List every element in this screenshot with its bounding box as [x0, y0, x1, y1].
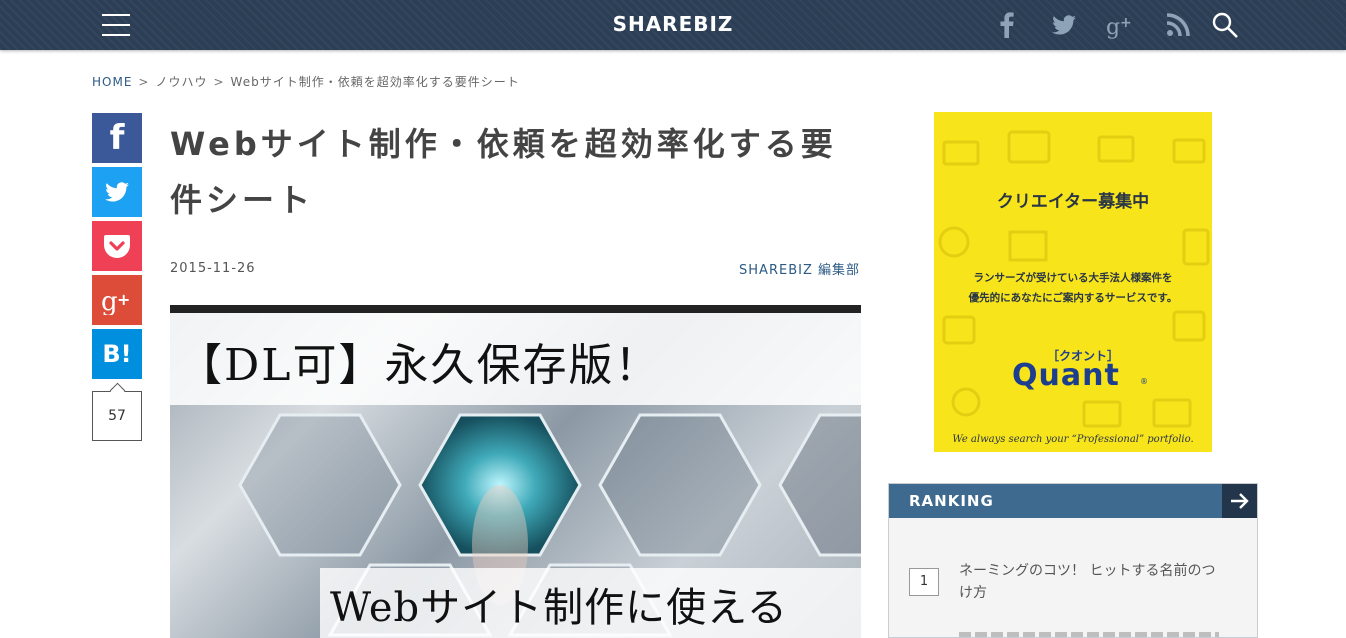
twitter-icon	[105, 182, 129, 202]
pocket-icon	[104, 235, 130, 258]
ranking-item-rank: 1	[909, 568, 939, 596]
article-hero-image: 【DL可】永久保存版！ Webサイト制作に使える	[170, 305, 861, 638]
share-facebook-button[interactable]: f	[92, 113, 142, 163]
breadcrumb-separator: >	[213, 75, 225, 89]
share-pocket-button[interactable]	[92, 221, 142, 271]
article-author-link[interactable]: SHAREBIZ 編集部	[700, 259, 860, 278]
article-title: Webサイト制作・依頼を超効率化する要件シート	[170, 125, 837, 219]
ranking-item-link[interactable]: ネーミングのコツ！ ヒットする名前のつけ方	[959, 560, 1219, 604]
svg-text:+: +	[117, 290, 130, 309]
ad-description-line2: 優先的にあなたにご案内するサービスです。	[968, 292, 1178, 304]
facebook-icon[interactable]	[993, 11, 1021, 39]
share-google-plus-button[interactable]: g +	[92, 275, 142, 325]
quant-ad-banner[interactable]: クリエイター募集中 ランサーズが受けている大手法人様案件を 優先的にあなたにご案…	[934, 112, 1212, 452]
share-hatena-button[interactable]: B!	[92, 329, 142, 379]
google-plus-icon[interactable]: g +	[1106, 11, 1134, 39]
site-header: SHAREBIZ g +	[0, 0, 1346, 50]
ad-title: クリエイター募集中	[996, 192, 1150, 212]
ranking-item-next-partial	[959, 632, 1219, 637]
breadcrumb-home-link[interactable]: HOME	[92, 75, 132, 89]
svg-text:+: +	[1120, 15, 1132, 31]
breadcrumb-separator: >	[138, 75, 150, 89]
article-date: 2015-11-26	[170, 261, 256, 276]
ranking-widget: RANKING 1 ネーミングのコツ！ ヒットする名前のつけ方	[888, 483, 1258, 638]
hero-caption-2: Webサイト制作に使える	[330, 585, 788, 631]
ranking-header: RANKING	[889, 484, 1257, 518]
hatena-icon: B!	[102, 340, 132, 368]
ad-registered-mark: ®	[1140, 377, 1148, 386]
search-icon[interactable]	[1211, 11, 1239, 39]
arrow-right-icon	[1230, 493, 1249, 509]
facebook-icon: f	[109, 118, 125, 158]
breadcrumb-current: Webサイト制作・依頼を超効率化する要件シート	[230, 75, 520, 89]
twitter-icon[interactable]	[1050, 11, 1078, 39]
share-twitter-button[interactable]	[92, 167, 142, 217]
ad-brand-logo: Quant	[1012, 358, 1120, 393]
ad-description-line1: ランサーズが受けている大手法人様案件を	[973, 272, 1173, 284]
breadcrumb: HOME > ノウハウ > Webサイト制作・依頼を超効率化する要件シート	[92, 73, 520, 90]
site-logo[interactable]: SHAREBIZ	[573, 12, 773, 36]
svg-text:g: g	[1106, 15, 1120, 39]
svg-text:g: g	[101, 287, 118, 315]
menu-icon[interactable]	[102, 14, 130, 36]
share-count: 57	[92, 391, 142, 441]
rss-icon[interactable]	[1164, 11, 1192, 39]
ranking-more-button[interactable]	[1222, 484, 1257, 518]
breadcrumb-category-link[interactable]: ノウハウ	[155, 75, 207, 89]
ranking-title: RANKING	[909, 492, 994, 510]
hero-caption-1: 【DL可】永久保存版！	[178, 340, 661, 391]
google-plus-icon: g +	[101, 287, 130, 315]
hero-top-band	[170, 305, 861, 313]
ad-tagline: We always search your “Professional” por…	[952, 434, 1194, 445]
